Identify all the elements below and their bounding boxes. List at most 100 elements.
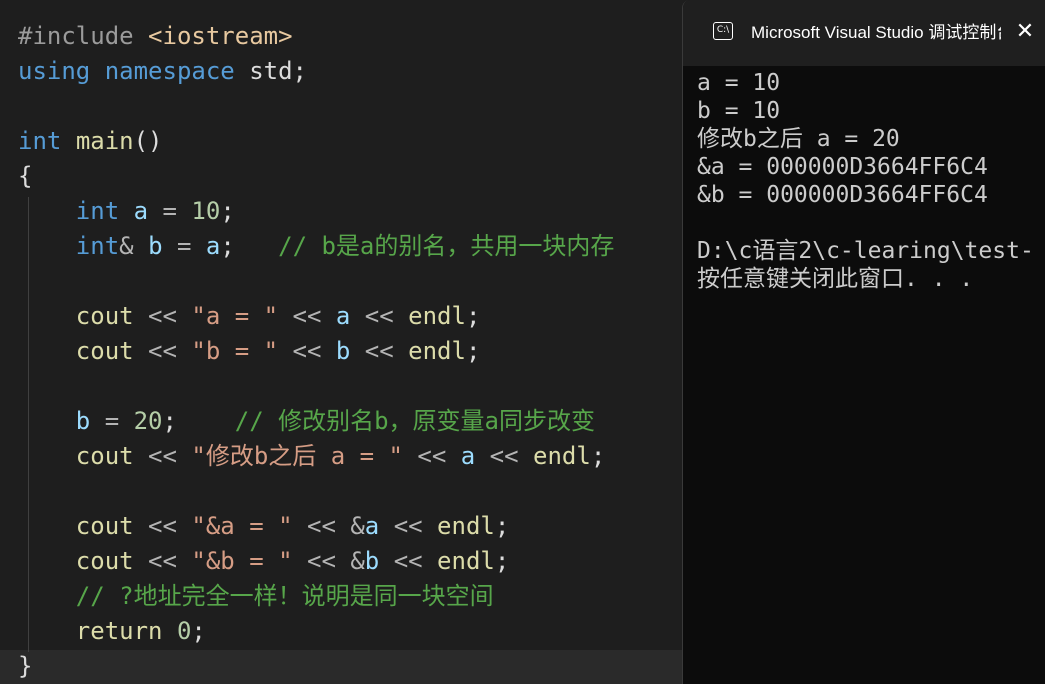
code-token: ; [494,512,510,540]
code-line[interactable]: { [18,159,32,194]
code-token: int [18,127,62,155]
code-token: a [133,197,149,225]
console-title: Microsoft Visual Studio 调试控制台 [751,23,1001,42]
code-token: << [133,442,192,470]
code-token: endl [437,512,495,540]
code-token: 20 [133,407,163,435]
code-token: << [278,302,336,330]
code-token: endl [533,442,591,470]
code-token: cout [75,547,134,575]
code-line[interactable]: return 0; [18,614,206,649]
code-token: #include [18,22,149,50]
debug-console-window[interactable]: C:\ Microsoft Visual Studio 调试控制台 ✕ a = … [682,0,1045,684]
code-token: // 修改别名b，原变量a同步改变 [234,407,596,435]
code-token: << & [292,512,365,540]
terminal-icon: C:\ [713,22,733,40]
code-token: endl [437,547,495,575]
console-titlebar[interactable]: C:\ Microsoft Visual Studio 调试控制台 ✕ [683,0,1045,66]
code-line[interactable]: using namespace std; [18,54,307,89]
code-token: << & [292,547,365,575]
code-token: = [162,232,206,260]
code-token: main [75,127,134,155]
code-token: cout [75,442,134,470]
console-output-line: a = 10 [697,70,781,96]
code-token: = [90,407,134,435]
code-token: "&a = " [191,512,293,540]
code-token: b [335,337,351,365]
code-token: = [148,197,192,225]
code-line[interactable]: b = 20; // 修改别名b，原变量a同步改变 [18,404,595,439]
code-token: 0 [176,617,192,645]
close-button[interactable]: ✕ [1013,18,1037,46]
code-editor[interactable]: #include <iostream> using namespace std; i… [0,0,682,684]
code-line[interactable]: cout << "&b = " << &b << endl; [18,544,510,579]
code-token: a [205,232,221,260]
console-output-line: D:\c语言2\c-learing\test- [697,238,1034,264]
code-token: "修改b之后 a = " [191,442,403,470]
code-token: b [75,407,91,435]
code-token: { [18,162,33,190]
console-output-line: b = 10 [697,98,781,124]
code-token: ; [220,197,235,225]
code-line[interactable]: } [18,649,32,684]
code-token: << [379,547,438,575]
code-line[interactable]: // ?地址完全一样！说明是同一块空间 [18,579,494,614]
code-line[interactable]: #include <iostream> [18,19,293,54]
current-line-highlight [0,650,682,684]
code-token: "a = " [191,302,279,330]
code-token: int [75,197,120,225]
code-token: << [350,337,409,365]
code-token: << [278,337,336,365]
code-line[interactable]: cout << "b = " << b << endl; [18,334,481,369]
code-token: std; [234,57,307,85]
code-token: ; [590,442,606,470]
code-token: () [133,127,163,155]
code-token: << [350,302,409,330]
code-token: << [133,302,192,330]
console-output-line: 按任意键关闭此窗口. . . [697,266,974,292]
code-token: ; [494,547,510,575]
code-token: << [133,547,192,575]
code-token: "b = " [191,337,279,365]
code-line[interactable]: cout << "修改b之后 a = " << a << endl; [18,439,605,474]
code-token: << [379,512,438,540]
code-token: endl [408,302,466,330]
code-token: a [364,512,380,540]
code-token: } [18,652,33,680]
code-token: ; [465,302,481,330]
code-line[interactable]: cout << "a = " << a << endl; [18,299,481,334]
code-token: ; [162,407,235,435]
code-line[interactable]: int& b = a; // b是a的别名，共用一块内存 [18,229,615,264]
code-token: int [75,232,120,260]
close-icon: ✕ [1015,19,1035,44]
code-token: <iostream> [148,22,293,50]
code-line[interactable]: int a = 10; [18,194,235,229]
code-token: b [148,232,163,260]
code-token: & [119,232,134,260]
code-token: ; [465,337,481,365]
code-token: << [133,512,192,540]
code-token: return [75,617,163,645]
code-token: a [335,302,351,330]
code-line[interactable]: int main() [18,124,163,159]
code-token: cout [75,512,134,540]
code-token: ; [220,232,279,260]
code-line[interactable]: cout << "&a = " << &a << endl; [18,509,510,544]
code-token: // b是a的别名，共用一块内存 [278,232,615,260]
code-token: << [133,337,192,365]
code-token: << [475,442,534,470]
